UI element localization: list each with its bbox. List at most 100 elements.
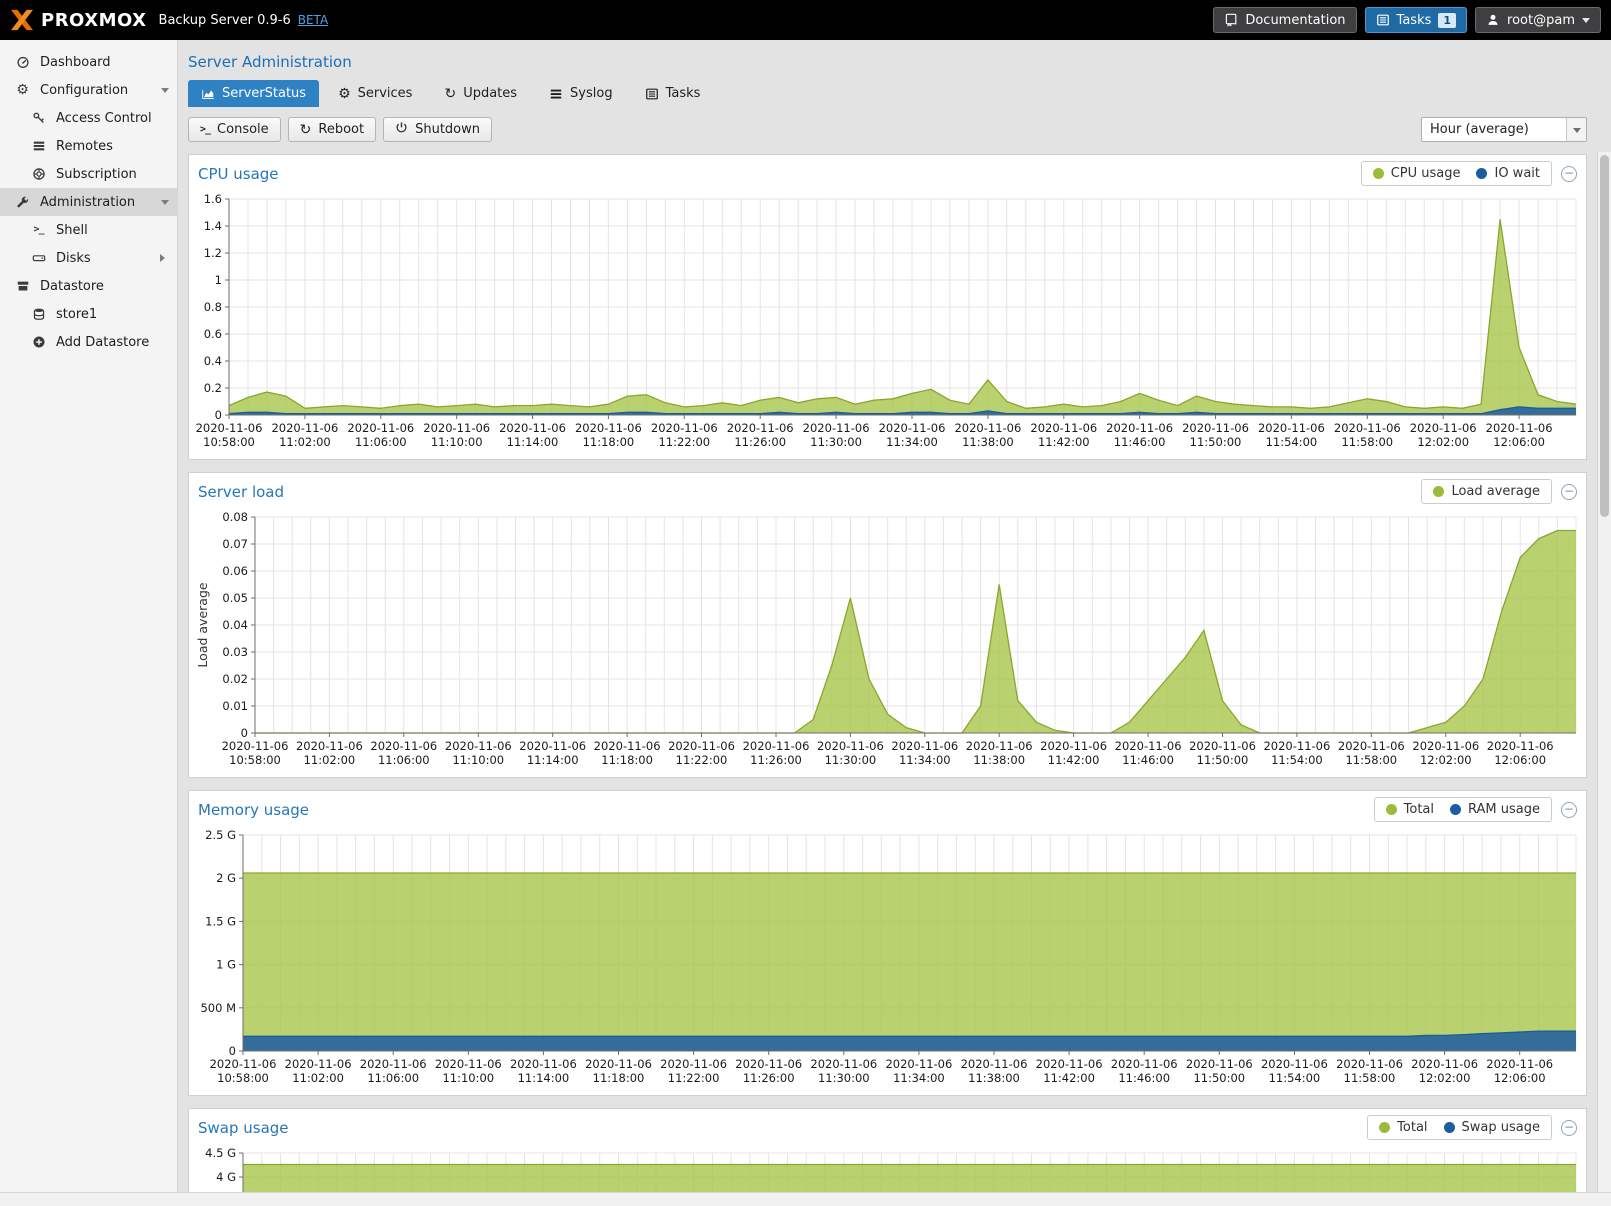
panel-cpu-usage: CPU usage CPU usageIO wait − 00.20.40.60… — [188, 154, 1587, 460]
book-icon — [1224, 13, 1238, 27]
svg-text:0.2: 0.2 — [204, 381, 222, 395]
tab-updates[interactable]: ↻Updates — [431, 80, 530, 107]
svg-text:10:58:00: 10:58:00 — [203, 435, 255, 449]
sidebar-item-label: Administration — [40, 195, 135, 210]
svg-text:2020-11-06: 2020-11-06 — [1258, 421, 1325, 435]
tasks-button[interactable]: Tasks 1 — [1365, 7, 1468, 33]
svg-text:2020-11-06: 2020-11-06 — [285, 1057, 352, 1071]
sidebar-item-store1[interactable]: store1 — [0, 300, 177, 328]
chart-legend: CPU usageIO wait — [1361, 161, 1552, 186]
panel-title: Memory usage — [198, 801, 309, 819]
tab-label: Services — [358, 86, 413, 101]
reboot-label: Reboot — [318, 122, 364, 137]
svg-text:12:06:00: 12:06:00 — [1493, 435, 1545, 449]
panel-title: CPU usage — [198, 165, 279, 183]
sidebar-item-label: Configuration — [40, 83, 128, 98]
svg-text:2020-11-06: 2020-11-06 — [1186, 1057, 1253, 1071]
svg-text:2020-11-06: 2020-11-06 — [347, 421, 414, 435]
svg-text:2020-11-06: 2020-11-06 — [1189, 739, 1256, 753]
sidebar-item-label: Disks — [56, 251, 91, 266]
svg-text:0.03: 0.03 — [222, 645, 248, 659]
svg-text:2020-11-06: 2020-11-06 — [810, 1057, 877, 1071]
beta-link[interactable]: BETA — [298, 13, 328, 27]
sidebar-item-disks[interactable]: Disks — [0, 244, 177, 272]
select-trigger[interactable] — [1566, 118, 1586, 141]
svg-text:11:10:00: 11:10:00 — [442, 1071, 494, 1085]
shutdown-button[interactable]: Shutdown — [383, 117, 492, 142]
legend-dot — [1444, 1122, 1455, 1133]
list-icon — [549, 87, 563, 101]
caret-down-icon — [161, 88, 169, 97]
proxmox-logo: PROXMOX — [10, 9, 147, 31]
console-button[interactable]: >_ Console — [188, 117, 281, 142]
user-menu-button[interactable]: root@pam — [1475, 7, 1601, 33]
user-label: root@pam — [1507, 13, 1575, 28]
sidebar-item-access-control[interactable]: Access Control — [0, 104, 177, 132]
sidebar-item-remotes[interactable]: Remotes — [0, 132, 177, 160]
svg-text:2020-11-06: 2020-11-06 — [1111, 1057, 1178, 1071]
svg-text:11:58:00: 11:58:00 — [1341, 435, 1393, 449]
horizontal-scrollbar[interactable] — [0, 1192, 1611, 1206]
app-window: PROXMOX Backup Server 0.9-6 BETA Documen… — [0, 0, 1611, 1206]
sidebar-item-datastore[interactable]: Datastore — [0, 272, 177, 300]
svg-text:2020-11-06: 2020-11-06 — [210, 1057, 277, 1071]
tab-label: ServerStatus — [222, 86, 306, 101]
svg-text:2020-11-06: 2020-11-06 — [817, 739, 884, 753]
database-icon — [30, 307, 47, 321]
caret-right-icon — [160, 254, 169, 262]
collapse-icon[interactable]: − — [1561, 484, 1577, 500]
svg-text:11:26:00: 11:26:00 — [734, 435, 786, 449]
terminal-icon: >_ — [30, 225, 47, 235]
svg-text:2020-11-06: 2020-11-06 — [594, 739, 661, 753]
collapse-icon[interactable]: − — [1561, 166, 1577, 182]
vertical-scrollbar[interactable] — [1597, 152, 1611, 1192]
svg-text:2020-11-06: 2020-11-06 — [222, 739, 289, 753]
tab-services[interactable]: ⚙Services — [325, 80, 425, 107]
sidebar-item-label: store1 — [56, 307, 97, 322]
legend-item: Load average — [1433, 484, 1540, 499]
svg-text:11:42:00: 11:42:00 — [1048, 753, 1100, 767]
time-range-select[interactable]: Hour (average) — [1421, 117, 1587, 142]
sidebar-item-administration[interactable]: Administration — [0, 188, 177, 216]
svg-text:0.6: 0.6 — [204, 327, 222, 341]
sidebar-item-subscription[interactable]: Subscription — [0, 160, 177, 188]
svg-text:2020-11-06: 2020-11-06 — [743, 739, 810, 753]
tab-serverstatus[interactable]: ServerStatus — [188, 80, 319, 107]
svg-text:11:46:00: 11:46:00 — [1122, 753, 1174, 767]
sidebar-item-dashboard[interactable]: Dashboard — [0, 48, 177, 76]
proxmox-x-icon — [10, 9, 34, 31]
svg-text:11:34:00: 11:34:00 — [893, 1071, 945, 1085]
tab-syslog[interactable]: Syslog — [536, 80, 626, 107]
collapse-icon[interactable]: − — [1561, 802, 1577, 818]
tab-tasks[interactable]: Tasks — [632, 80, 714, 107]
svg-text:1: 1 — [215, 273, 222, 287]
svg-text:10:58:00: 10:58:00 — [217, 1071, 269, 1085]
svg-text:11:18:00: 11:18:00 — [601, 753, 653, 767]
svg-text:2020-11-06: 2020-11-06 — [423, 421, 490, 435]
sidebar-item-configuration[interactable]: ⚙Configuration — [0, 76, 177, 104]
chevron-down-icon — [1582, 18, 1590, 27]
legend-dot — [1476, 168, 1487, 179]
svg-text:2020-11-06: 2020-11-06 — [1410, 421, 1477, 435]
wrench-icon — [14, 195, 31, 209]
svg-text:11:22:00: 11:22:00 — [668, 1071, 720, 1085]
documentation-button[interactable]: Documentation — [1213, 7, 1356, 33]
svg-text:11:22:00: 11:22:00 — [676, 753, 728, 767]
sidebar-item-add-datastore[interactable]: Add Datastore — [0, 328, 177, 356]
shutdown-label: Shutdown — [415, 122, 480, 137]
svg-text:11:58:00: 11:58:00 — [1345, 753, 1397, 767]
reboot-button[interactable]: ↻ Reboot — [288, 117, 376, 142]
chart-panels: CPU usage CPU usageIO wait − 00.20.40.60… — [188, 154, 1587, 1192]
scrollbar-thumb[interactable] — [1600, 155, 1609, 517]
sidebar-item-shell[interactable]: >_Shell — [0, 216, 177, 244]
legend-dot — [1433, 486, 1444, 497]
collapse-icon[interactable]: − — [1561, 1120, 1577, 1136]
reboot-icon: ↻ — [300, 123, 312, 137]
svg-text:2020-11-06: 2020-11-06 — [668, 739, 735, 753]
svg-text:11:18:00: 11:18:00 — [583, 435, 635, 449]
svg-text:4 G: 4 G — [216, 1170, 236, 1184]
svg-text:2020-11-06: 2020-11-06 — [1261, 1057, 1328, 1071]
svg-text:500 M: 500 M — [200, 1001, 236, 1015]
svg-text:2020-11-06: 2020-11-06 — [1486, 421, 1553, 435]
product-version: Backup Server 0.9-6 — [159, 13, 291, 28]
